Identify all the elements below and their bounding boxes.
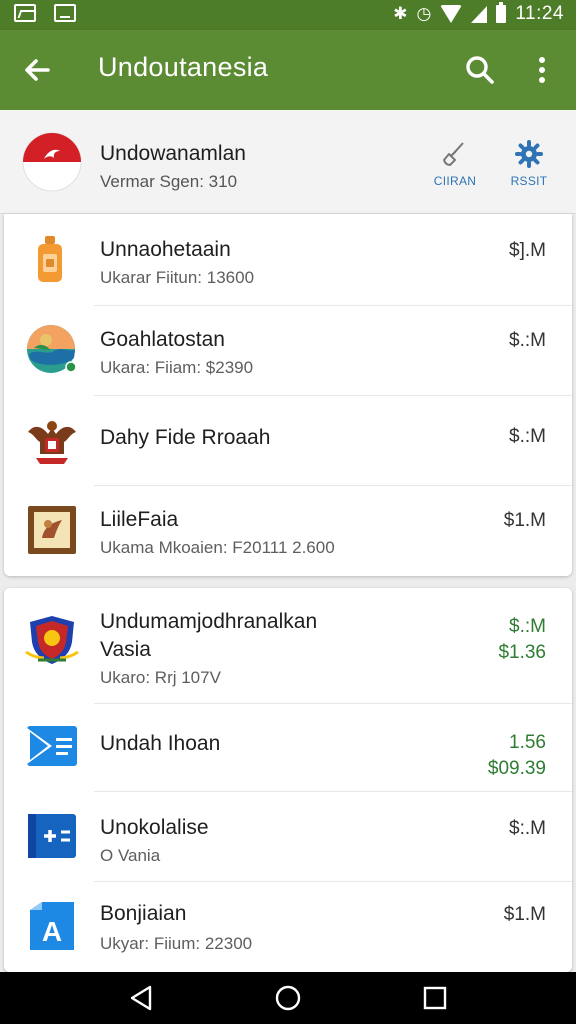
item-subtitle: Ukaro: Rrj 107V [100,668,221,687]
toolbar-title: Undoutanesia [98,52,269,82]
clean-button[interactable]: CIIRAN [420,140,490,188]
item-subtitle: Ukarar Fiitun: 13600 [100,268,255,287]
reset-button[interactable]: RSSIT [494,140,564,188]
nav-home-button[interactable] [273,983,303,1013]
garuda-icon [28,421,76,464]
more-vert-icon [539,57,545,83]
list-item[interactable]: Unokolalise O Vania $:.M [4,792,572,882]
reset-label: RSSIT [510,174,548,188]
gallery-icon [14,4,36,22]
more-options-button[interactable] [522,50,562,90]
letter-a-icon: A [30,902,74,950]
app-list-group-2: Undumamjodhranalkan Vasia Ukaro: Rrj 107… [4,588,572,972]
document-icon [27,726,77,766]
list-item[interactable]: A Bonjiaian Ukyar: Fiium: 22300 $1.M [4,882,572,972]
arrow-left-icon [25,59,50,81]
screenshot-icon [54,4,76,22]
item-price: $:.M [509,818,546,839]
item-subtitle: O Vania [100,846,161,865]
app-name: Undowanamlan [100,142,246,165]
back-button[interactable] [18,50,58,90]
item-title: Bonjiaian [100,902,187,925]
list-item[interactable]: Unnaohetaain Ukarar Fiitun: 13600 $].M [4,214,572,306]
item-price: $.:M [509,426,546,447]
item-price: $1.M [503,904,546,925]
app-toolbar: Undoutanesia [0,30,576,110]
item-price: $.:M [509,330,546,351]
status-time: 11:24 [515,3,564,24]
calculator-icon [28,814,76,858]
list-item[interactable]: Goahlatostan Ukara: Fiiam: $2390 $.:M [4,306,572,396]
system-nav-bar [0,972,576,1024]
svg-text:A: A [42,916,62,947]
item-title: Unokolalise [100,816,209,839]
item-price: $].M [509,240,546,261]
item-title: Goahlatostan [100,328,225,351]
item-title: Undah Ihoan [100,732,221,755]
search-icon [466,56,494,84]
item-title: Undumamjodhranalkan [100,610,318,633]
item-price-secondary: $1.36 [498,642,546,663]
app-summary-card: Undowanamlan Vermar Sgen: 310 CIIRAN RSS… [0,110,576,214]
status-bar: ✱ ◷ 11:24 [0,0,576,30]
gear-icon [515,140,543,168]
item-title-line-2: Vasia [100,638,151,661]
clean-label: CIIRAN [433,174,477,188]
search-button[interactable] [460,50,500,90]
nav-back-button[interactable] [126,983,156,1013]
item-price: 1.56 [509,732,546,753]
bluetooth-icon: ✱ [393,4,408,23]
app-logo-icon [22,132,82,192]
landscape-icon [27,325,77,373]
item-subtitle: Ukyar: Fiium: 22300 [100,934,253,953]
item-title: LiileFaia [100,508,179,531]
item-title: Unnaohetaain [100,238,231,261]
framed-picture-icon [28,506,76,554]
list-item[interactable]: Undah Ihoan 1.56 $09.39 [4,704,572,792]
item-subtitle: Ukama Mkoaien: F20111 2.600 [100,538,335,557]
app-version: Vermar Sgen: 310 [100,172,238,191]
broom-icon [443,142,464,166]
item-price: $.:M [509,616,546,637]
battery-icon [496,2,507,23]
item-price: $1.M [503,510,546,531]
list-item[interactable]: LiileFaia Ukama Mkoaien: F20111 2.600 $1… [4,486,572,576]
signal-icon [471,5,488,23]
list-item[interactable]: Dahy Fide Rroaah $.:M [4,396,572,486]
emblem-icon [25,616,79,664]
wifi-icon [440,5,463,23]
item-title: Dahy Fide Rroaah [100,426,271,449]
list-item[interactable]: Undumamjodhranalkan Vasia Ukaro: Rrj 107… [4,588,572,704]
item-subtitle: Ukara: Fiiam: $2390 [100,358,254,377]
item-price-secondary: $09.39 [487,758,546,779]
alarm-icon: ◷ [416,4,432,23]
app-list-group-1: Unnaohetaain Ukarar Fiitun: 13600 $].M G… [4,214,572,576]
nav-recents-button[interactable] [420,983,450,1013]
bottle-icon [38,236,62,282]
